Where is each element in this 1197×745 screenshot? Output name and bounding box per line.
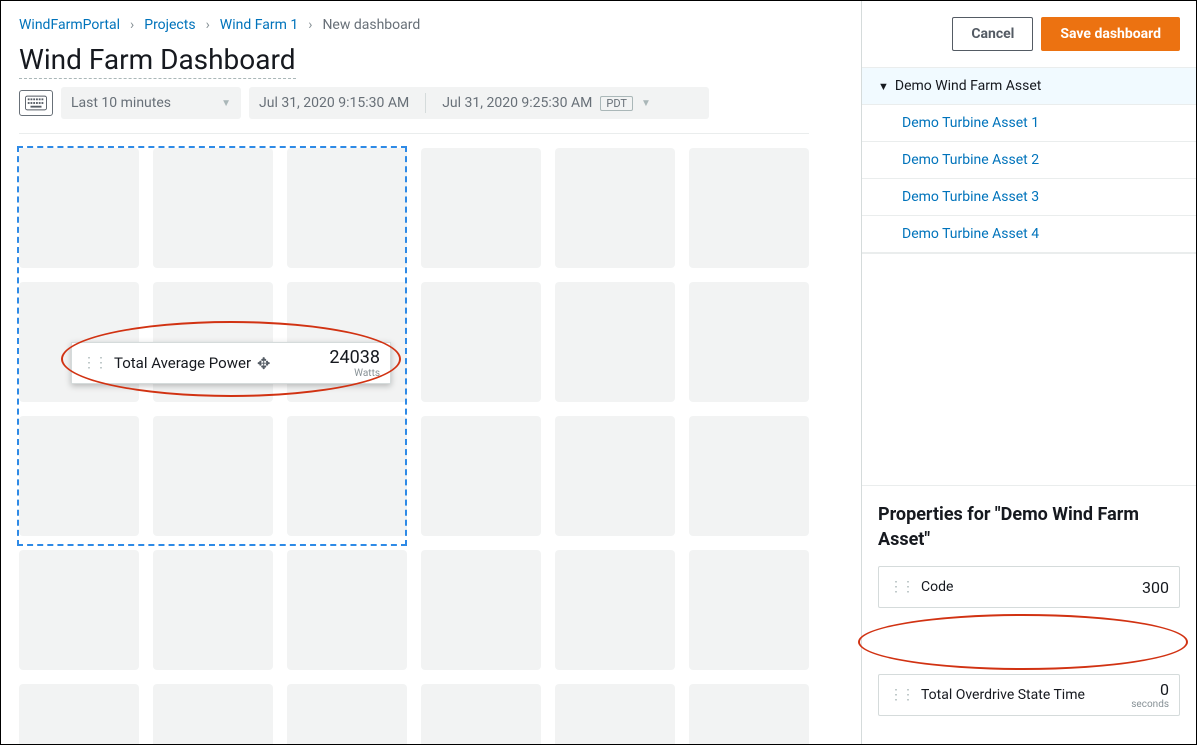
asset-child-row[interactable]: Demo Turbine Asset 3 <box>862 179 1196 216</box>
property-card[interactable]: ⋮⋮ Code 300 <box>878 566 1180 608</box>
grid-cell[interactable] <box>421 550 541 670</box>
grid-cell[interactable] <box>689 684 809 744</box>
time-controls: Last 10 minutes ▼ Jul 31, 2020 9:15:30 A… <box>19 87 843 119</box>
property-label: Code <box>921 579 953 595</box>
property-value: 24038 <box>329 347 380 368</box>
asset-child-row[interactable]: Demo Turbine Asset 1 <box>862 105 1196 142</box>
drag-handle-icon[interactable]: ⋮⋮ <box>889 687 913 703</box>
drag-handle-icon[interactable]: ⋮⋮ <box>82 355 106 371</box>
grid-cell[interactable] <box>153 550 273 670</box>
grid-cell[interactable] <box>19 148 139 268</box>
property-card[interactable]: ⋮⋮ Total Overdrive State Time 0 seconds <box>878 674 1180 716</box>
property-value: 300 <box>1142 578 1169 597</box>
chevron-right-icon: › <box>130 17 134 33</box>
time-start: Jul 31, 2020 9:15:30 AM <box>259 95 409 111</box>
chevron-right-icon: › <box>308 17 312 33</box>
grid-cell[interactable] <box>555 684 675 744</box>
grid-cell[interactable] <box>287 416 407 536</box>
property-unit: Watts <box>329 368 380 379</box>
dragging-property-card[interactable]: ⋮⋮ Total Average Power ✥ 24038 Watts <box>71 342 391 384</box>
grid-cell[interactable] <box>287 148 407 268</box>
grid-cell[interactable] <box>421 282 541 402</box>
property-unit: seconds <box>1131 699 1169 710</box>
save-dashboard-button[interactable]: Save dashboard <box>1041 17 1180 51</box>
grid-cell[interactable] <box>689 416 809 536</box>
grid-cell[interactable] <box>689 550 809 670</box>
chevron-right-icon: › <box>206 17 210 33</box>
property-label: Total Overdrive State Time <box>921 687 1085 703</box>
grid-cell[interactable] <box>19 684 139 744</box>
property-value: 0 <box>1160 680 1169 699</box>
crumb-current: New dashboard <box>322 17 420 33</box>
property-card-placeholder <box>878 620 1180 662</box>
time-range-picker[interactable]: Last 10 minutes ▼ <box>61 87 241 119</box>
grid-cell[interactable] <box>287 684 407 744</box>
time-start-end[interactable]: Jul 31, 2020 9:15:30 AM Jul 31, 2020 9:2… <box>249 87 709 119</box>
crumb-projects[interactable]: Projects <box>144 17 195 33</box>
crumb-portal[interactable]: WindFarmPortal <box>19 17 120 33</box>
grid-cell[interactable] <box>153 684 273 744</box>
timezone-badge: PDT <box>600 96 633 111</box>
asset-parent-label: Demo Wind Farm Asset <box>895 78 1041 94</box>
caret-down-icon: ▼ <box>878 80 889 93</box>
grid-cell[interactable] <box>421 684 541 744</box>
grid-cell[interactable] <box>287 550 407 670</box>
action-bar: Cancel Save dashboard <box>862 1 1196 68</box>
breadcrumb: WindFarmPortal › Projects › Wind Farm 1 … <box>19 17 843 33</box>
grid-cell[interactable] <box>153 148 273 268</box>
move-cursor-icon: ✥ <box>257 354 270 373</box>
grid-cell[interactable] <box>689 282 809 402</box>
asset-tree: ▼ Demo Wind Farm Asset Demo Turbine Asse… <box>862 68 1196 254</box>
grid-cell[interactable] <box>19 416 139 536</box>
time-end: Jul 31, 2020 9:25:30 AM <box>442 95 592 111</box>
asset-parent-row[interactable]: ▼ Demo Wind Farm Asset <box>862 68 1196 105</box>
page-title[interactable]: Wind Farm Dashboard <box>19 43 296 79</box>
chevron-down-icon: ▼ <box>641 98 651 109</box>
grid-cell[interactable] <box>421 416 541 536</box>
grid-cell[interactable] <box>555 550 675 670</box>
properties-panel: Properties for "Demo Wind Farm Asset" ⋮⋮… <box>862 485 1196 744</box>
grid-cell[interactable] <box>153 416 273 536</box>
crumb-project[interactable]: Wind Farm 1 <box>220 17 298 33</box>
dashboard-canvas[interactable]: ⋮⋮ Total Average Power ✥ 24038 Watts <box>19 148 819 744</box>
grid-cell[interactable] <box>555 148 675 268</box>
grid-cell[interactable] <box>421 148 541 268</box>
grid-cell[interactable] <box>555 416 675 536</box>
asset-child-row[interactable]: Demo Turbine Asset 2 <box>862 142 1196 179</box>
property-label: Total Average Power <box>114 354 251 372</box>
properties-title: Properties for "Demo Wind Farm Asset" <box>878 502 1180 552</box>
grid-cell[interactable] <box>689 148 809 268</box>
cancel-button[interactable]: Cancel <box>952 17 1033 51</box>
asset-child-row[interactable]: Demo Turbine Asset 4 <box>862 216 1196 253</box>
grid-cell[interactable] <box>19 550 139 670</box>
grid-cell[interactable] <box>555 282 675 402</box>
keyboard-icon[interactable] <box>19 90 53 116</box>
chevron-down-icon: ▼ <box>221 98 231 109</box>
drag-handle-icon[interactable]: ⋮⋮ <box>889 579 913 595</box>
time-range-label: Last 10 minutes <box>71 95 171 111</box>
